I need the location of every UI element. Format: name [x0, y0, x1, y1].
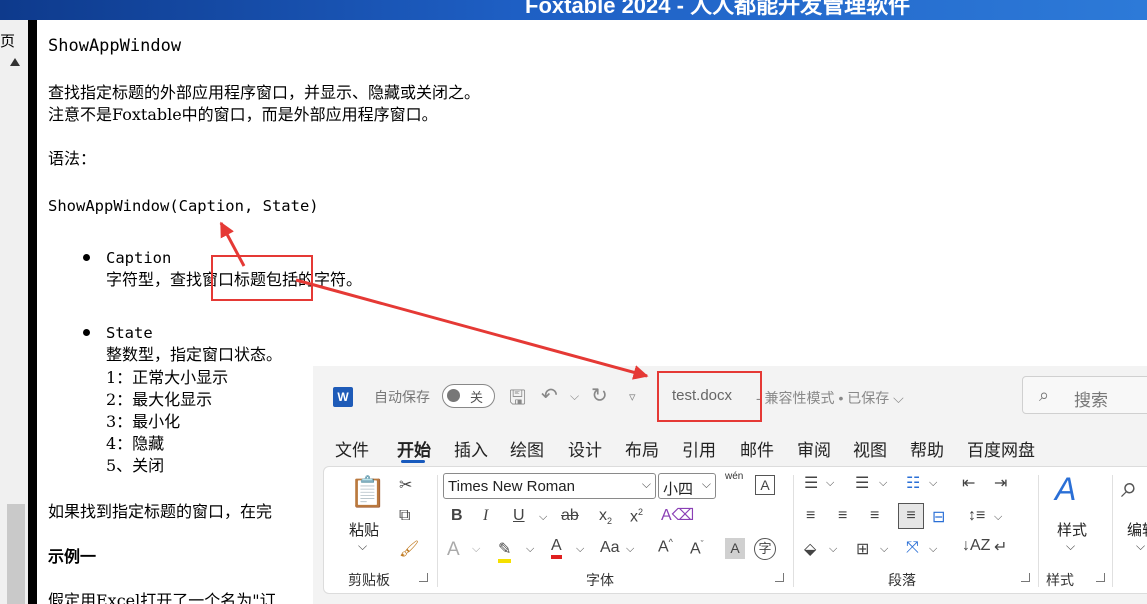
arrow-to-title — [295, 278, 649, 380]
arrow-to-syntax — [219, 221, 246, 267]
annotation-arrows — [219, 221, 649, 380]
